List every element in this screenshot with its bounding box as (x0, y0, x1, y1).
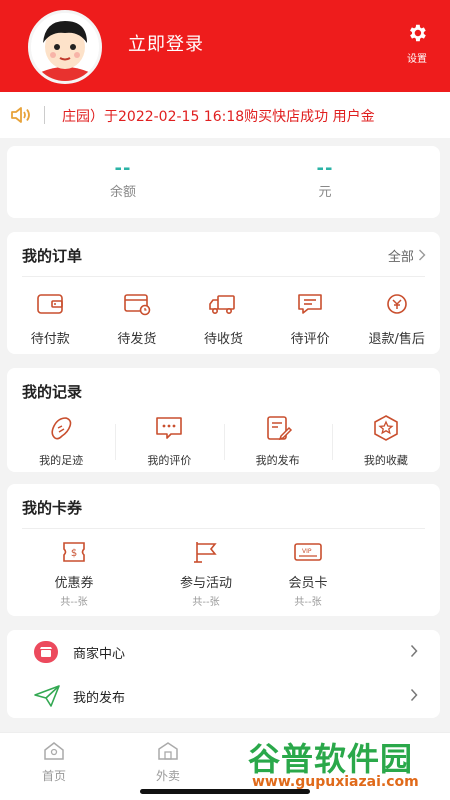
footprint-icon (51, 417, 72, 440)
record-item-label: 我的足迹 (39, 454, 84, 467)
orders-all-label: 全部 (387, 250, 414, 265)
store-icon (34, 641, 58, 663)
takeout-icon (158, 742, 178, 760)
record-item-label: 我的发布 (255, 454, 300, 467)
menu-card: 商家中心 我的发布 (7, 630, 440, 718)
flag-icon (194, 542, 217, 563)
currency-value: -- (316, 158, 334, 179)
divider (22, 528, 425, 529)
coupon-item[interactable]: $ 优惠券 共--张 (23, 540, 125, 608)
menu-my-publish[interactable]: 我的发布 (7, 674, 440, 718)
currency-label: 元 (318, 185, 332, 200)
order-item-label: 待付款 (30, 332, 70, 347)
tab-label: 首页 (41, 769, 66, 783)
record-reviews[interactable]: 我的评价 (115, 414, 223, 468)
coupons-title: 我的卡券 (22, 499, 83, 517)
settings-label: 设置 (407, 54, 427, 65)
review-icon (156, 417, 183, 439)
svg-text:$: $ (71, 548, 77, 559)
login-link[interactable]: 立即登录 (128, 30, 204, 56)
activity-label: 参与活动 (179, 576, 232, 591)
notice-text: 庄园）于2022-02-15 16:18购买快店成功 用户金 (62, 109, 375, 125)
menu-label: 商家中心 (73, 647, 126, 662)
coupon-icon: $ (63, 542, 85, 562)
tab-label: 外卖 (155, 769, 180, 783)
order-item-label: 待收货 (203, 332, 243, 347)
record-footprints[interactable]: 我的足迹 (7, 414, 115, 468)
balance-label: 余额 (109, 185, 136, 200)
profile-header: 立即登录 设置 (0, 0, 450, 92)
coupon-count: 共--张 (60, 597, 88, 608)
gear-icon (410, 24, 426, 42)
watermark-url: www.gupuxiazai.com (252, 774, 419, 790)
chevron-right-icon (410, 688, 418, 702)
order-pending-payment[interactable]: 待付款 (7, 292, 94, 347)
home-indicator (140, 789, 310, 794)
vip-card-icon: VIP (294, 543, 322, 561)
home-icon (44, 742, 64, 760)
order-item-label: 待发货 (117, 332, 157, 347)
balance-card: -- 余额 -- 元 (7, 146, 440, 218)
comment-icon (298, 294, 322, 314)
record-publishes[interactable]: 我的发布 (223, 414, 332, 468)
record-item-label: 我的收藏 (363, 454, 408, 467)
paper-plane-icon (34, 685, 60, 707)
divider (22, 276, 425, 277)
coupons-card: 我的卡券 $ 优惠券 共--张 参与活动 共--张 VIP 会员卡 共--张 (7, 484, 440, 616)
card-clock-icon (124, 294, 151, 316)
order-item-label: 退款/售后 (368, 332, 425, 347)
order-pending-receipt[interactable]: 待收货 (180, 292, 267, 347)
menu-label: 我的发布 (73, 691, 126, 706)
order-pending-review[interactable]: 待评价 (267, 292, 354, 347)
wallet-icon (37, 294, 64, 314)
vip-card-item[interactable]: VIP 会员卡 共--张 (257, 540, 359, 608)
orders-title: 我的订单 (22, 247, 83, 265)
star-icon (374, 415, 398, 441)
tab-takeout[interactable]: 外卖 (138, 741, 198, 784)
activity-count: 共--张 (192, 597, 220, 608)
refund-icon (386, 294, 407, 314)
order-item-label: 待评价 (290, 332, 330, 347)
balance-item[interactable]: -- 余额 (63, 158, 183, 200)
records-card: 我的记录 我的足迹 我的评价 我的发布 我的收藏 (7, 368, 440, 472)
coupon-label: 优惠券 (54, 576, 94, 591)
publish-edit-icon (266, 416, 292, 441)
speaker-icon (11, 107, 30, 123)
currency-item[interactable]: -- 元 (265, 158, 385, 200)
svg-text:VIP: VIP (302, 548, 312, 555)
orders-card: 我的订单 全部 待付款 待发货 待收货 待评价 退款/售后 (7, 232, 440, 354)
balance-value: -- (114, 158, 132, 179)
notice-bar[interactable]: 庄园）于2022-02-15 16:18购买快店成功 用户金 (0, 92, 450, 138)
menu-merchant-center[interactable]: 商家中心 (7, 630, 440, 674)
notice-divider (44, 106, 45, 124)
vip-card-count: 共--张 (294, 597, 322, 608)
order-pending-shipment[interactable]: 待发货 (94, 292, 181, 347)
vip-card-label: 会员卡 (288, 576, 328, 591)
record-item-label: 我的评价 (147, 454, 192, 467)
chevron-right-icon (419, 249, 426, 261)
orders-all-link[interactable]: 全部 (388, 246, 426, 265)
avatar[interactable] (28, 10, 102, 84)
order-refund[interactable]: 退款/售后 (353, 292, 440, 347)
chevron-right-icon (410, 644, 418, 658)
truck-icon (209, 295, 236, 314)
activity-item[interactable]: 参与活动 共--张 (155, 540, 257, 608)
records-title: 我的记录 (22, 383, 83, 401)
record-favorites[interactable]: 我的收藏 (331, 414, 440, 468)
settings-button[interactable]: 设置 (400, 22, 434, 65)
tab-home[interactable]: 首页 (24, 741, 84, 784)
